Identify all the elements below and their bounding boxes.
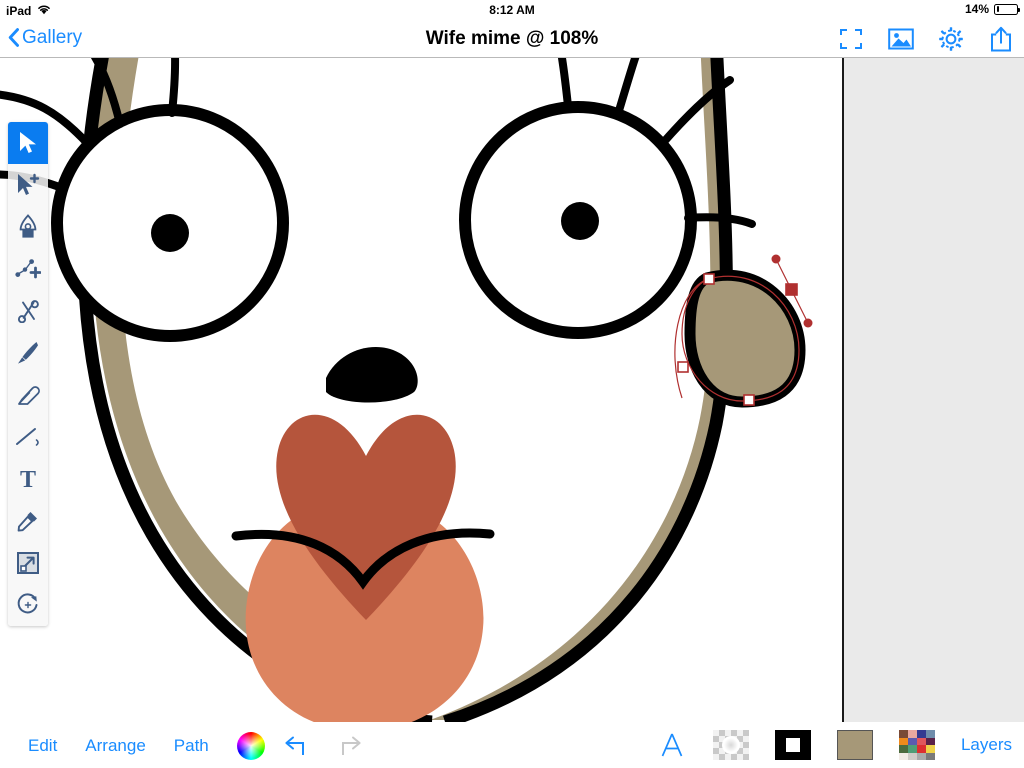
edit-menu[interactable]: Edit xyxy=(14,733,71,759)
path-node-selected xyxy=(785,283,798,296)
select-tool[interactable] xyxy=(8,122,48,164)
bottom-bar-right: Layers xyxy=(657,730,1012,760)
svg-text:T: T xyxy=(20,467,36,491)
palette-swatch[interactable] xyxy=(916,745,926,753)
image-icon[interactable] xyxy=(888,26,914,52)
brush-tool[interactable] xyxy=(8,332,48,374)
add-node-tool[interactable] xyxy=(8,248,48,290)
node-plus-icon xyxy=(15,259,41,279)
path-node xyxy=(677,361,689,373)
letter-a-outline-icon[interactable] xyxy=(657,730,687,760)
pen-tool[interactable] xyxy=(8,206,48,248)
scissors-tool[interactable] xyxy=(8,290,48,332)
bezier-handle-2 xyxy=(803,318,813,328)
gear-icon[interactable] xyxy=(938,26,964,52)
palette-swatch[interactable] xyxy=(898,737,908,745)
nav-bar-icons xyxy=(838,26,1014,52)
arrange-menu[interactable]: Arrange xyxy=(71,733,159,759)
cursor-arrow-icon xyxy=(20,132,36,153)
status-bar: iPad 8:12 AM 14% xyxy=(0,0,1024,20)
palette-swatch[interactable] xyxy=(907,730,917,738)
redo-arrow-icon xyxy=(331,733,365,759)
bottom-bar-left: Edit Arrange Path xyxy=(14,732,365,760)
canvas-area[interactable]: T xyxy=(0,58,1024,722)
pen-nib-icon xyxy=(19,214,37,238)
scissors-icon xyxy=(17,300,39,323)
cursor-arrow-plus-icon xyxy=(18,173,40,195)
scale-arrow-icon xyxy=(17,552,39,574)
palette-swatch[interactable] xyxy=(907,745,917,753)
rotate-tool[interactable] xyxy=(8,584,48,626)
palette-swatch[interactable] xyxy=(907,752,917,760)
ear-shape xyxy=(684,269,806,408)
eyedropper-icon xyxy=(17,512,37,532)
path-node xyxy=(743,394,755,406)
palette-swatch[interactable] xyxy=(916,752,926,760)
rotate-icon xyxy=(17,593,38,614)
app-root: iPad 8:12 AM 14% Gallery Wife mime @ 108… xyxy=(0,0,1024,768)
battery-icon xyxy=(994,3,1020,15)
tool-palette[interactable]: T xyxy=(8,122,48,626)
eyedropper-tool[interactable] xyxy=(8,500,48,542)
color-palette-icon[interactable] xyxy=(898,730,935,760)
select-add-tool[interactable] xyxy=(8,164,48,206)
stroke-color-swatch[interactable] xyxy=(774,730,811,760)
nav-bar: Gallery Wife mime @ 108% xyxy=(0,20,1024,58)
palette-swatch[interactable] xyxy=(898,752,908,760)
undo-arrow-icon[interactable] xyxy=(281,733,315,759)
fill-color-swatch[interactable] xyxy=(836,730,873,760)
share-icon[interactable] xyxy=(988,26,1014,52)
path-node xyxy=(703,273,715,285)
text-tool[interactable]: T xyxy=(8,458,48,500)
line-icon xyxy=(16,428,39,446)
color-wheel-icon[interactable] xyxy=(236,732,265,760)
palette-swatch[interactable] xyxy=(925,730,935,738)
bezier-handle-1 xyxy=(771,254,781,264)
eraser-icon xyxy=(18,386,40,405)
layers-button[interactable]: Layers xyxy=(961,735,1012,755)
palette-swatch[interactable] xyxy=(907,737,917,745)
nose xyxy=(326,347,418,403)
left-pupil xyxy=(151,214,189,252)
status-bar-time: 8:12 AM xyxy=(489,3,535,17)
palette-swatch[interactable] xyxy=(925,752,935,760)
palette-swatch[interactable] xyxy=(916,737,926,745)
status-bar-right: 14% xyxy=(964,2,1020,16)
line-tool[interactable] xyxy=(8,416,48,458)
palette-swatch[interactable] xyxy=(898,745,908,753)
path-menu[interactable]: Path xyxy=(160,733,223,759)
palette-swatch[interactable] xyxy=(925,745,935,753)
paintbrush-icon xyxy=(18,342,38,364)
right-pupil xyxy=(561,202,599,240)
fullscreen-icon[interactable] xyxy=(838,26,864,52)
palette-swatch[interactable] xyxy=(898,730,908,738)
palette-swatch[interactable] xyxy=(916,730,926,738)
gradient-swatch-icon[interactable] xyxy=(712,730,749,760)
text-t-icon: T xyxy=(20,467,36,491)
battery-percent-label: 14% xyxy=(964,2,989,16)
bottom-bar: Edit Arrange Path Layers xyxy=(0,722,1024,768)
artwork[interactable] xyxy=(0,58,1024,722)
scale-tool[interactable] xyxy=(8,542,48,584)
palette-swatch[interactable] xyxy=(925,737,935,745)
eraser-tool[interactable] xyxy=(8,374,48,416)
